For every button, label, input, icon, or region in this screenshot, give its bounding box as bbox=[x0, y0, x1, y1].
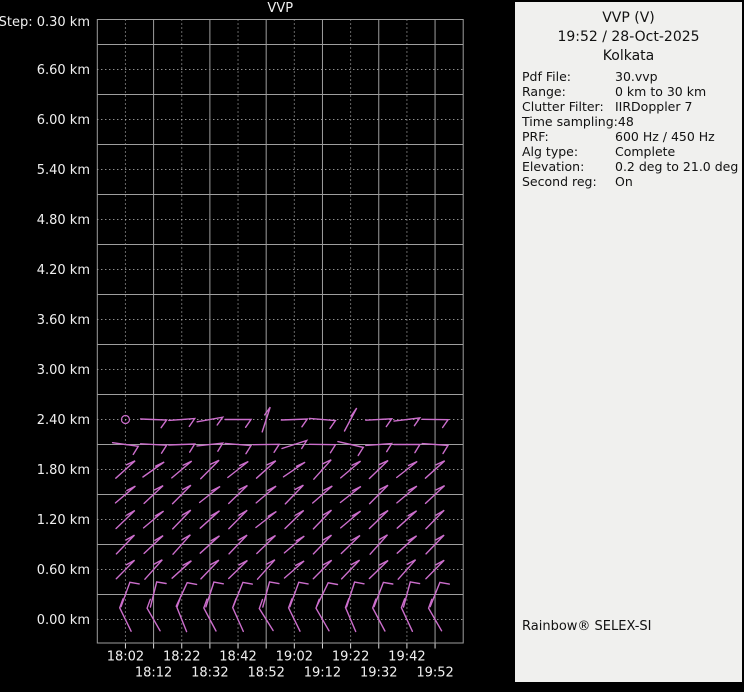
x-axis-label: 18:22 bbox=[163, 650, 200, 665]
x-axis-label: 18:42 bbox=[219, 650, 256, 665]
x-axis-label: 19:22 bbox=[332, 650, 369, 665]
x-axis-label: 19:02 bbox=[276, 650, 313, 665]
metadata-value: 600 Hz / 450 Hz bbox=[615, 129, 715, 144]
x-axis-label: 19:32 bbox=[360, 666, 397, 681]
panel-title: VVP (V) bbox=[602, 10, 655, 26]
step-label: Step: 0.30 km bbox=[0, 15, 90, 30]
metadata-row: Second reg: On bbox=[522, 174, 742, 189]
metadata-value: 0 km to 30 km bbox=[615, 84, 707, 99]
panel-datetime: 19:52 / 28-Oct-2025 bbox=[557, 29, 700, 45]
chart-region: VVP Step: 0.30 km 6.60 km 6.00 km 5.40 km 4.8… bbox=[0, 0, 513, 688]
metadata-label: Elevation: bbox=[522, 159, 585, 174]
y-axis-label: 6.00 km bbox=[37, 113, 90, 128]
y-axis-label: 4.80 km bbox=[37, 213, 90, 228]
y-axis-label: 3.60 km bbox=[37, 313, 90, 328]
metadata-label: Range: bbox=[522, 84, 566, 99]
metadata-row: Clutter Filter: IIRDoppler 7 bbox=[522, 99, 742, 114]
x-axis-label: 19:52 bbox=[416, 666, 453, 681]
metadata-row: Alg type: Complete bbox=[522, 144, 742, 159]
brand-label: Rainbow® SELEX-SI bbox=[522, 619, 652, 634]
metadata-row: Elevation: 0.2 deg to 21.0 deg bbox=[522, 159, 742, 174]
y-axis-label: 4.20 km bbox=[37, 263, 90, 278]
x-axis-label: 19:42 bbox=[388, 650, 425, 665]
x-axis-label: 18:32 bbox=[191, 666, 228, 681]
y-axis-label: 6.60 km bbox=[37, 63, 90, 78]
metadata-value: On bbox=[615, 174, 633, 189]
y-axis-label: 3.00 km bbox=[37, 363, 90, 378]
panel-site: Kolkata bbox=[602, 48, 655, 64]
x-axis-label: 19:12 bbox=[304, 666, 341, 681]
metadata-row: Pdf File: 30.vvp bbox=[522, 69, 742, 84]
metadata-label: PRF: bbox=[522, 129, 549, 144]
y-axis-label: 0.60 km bbox=[37, 563, 90, 578]
metadata-label: Time sampling: bbox=[522, 114, 618, 129]
vvp-chart: VVP Step: 0.30 km 6.60 km 6.00 km 5.40 km 4.8… bbox=[0, 0, 513, 688]
y-axis-label: 5.40 km bbox=[37, 163, 90, 178]
x-axis-label: 18:52 bbox=[247, 666, 284, 681]
metadata-row: PRF: 600 Hz / 450 Hz bbox=[522, 129, 742, 144]
metadata-value: 30.vvp bbox=[615, 69, 658, 84]
info-panel: VVP (V) 19:52 / 28-Oct-2025 Kolkata Pdf … bbox=[515, 2, 742, 682]
metadata-value: IIRDoppler 7 bbox=[615, 99, 693, 114]
metadata-list: Pdf File: 30.vvp Range: 0 km to 30 km Clutte… bbox=[515, 69, 742, 189]
x-axis-label: 18:02 bbox=[107, 650, 144, 665]
y-axis-label: 1.80 km bbox=[37, 463, 90, 478]
metadata-row: Range: 0 km to 30 km bbox=[522, 84, 742, 99]
metadata-value: 48 bbox=[617, 114, 634, 129]
y-axis-label: 2.40 km bbox=[37, 413, 90, 428]
y-axis-label: 0.00 km bbox=[37, 613, 90, 628]
y-axis-label: 1.20 km bbox=[37, 513, 90, 528]
chart-title: VVP bbox=[267, 1, 293, 16]
metadata-label: Pdf File: bbox=[522, 69, 571, 84]
metadata-label: Clutter Filter: bbox=[522, 99, 604, 114]
metadata-row: Time sampling: 48 bbox=[522, 114, 742, 129]
metadata-value: 0.2 deg to 21.0 deg bbox=[615, 159, 739, 174]
metadata-label: Second reg: bbox=[522, 174, 597, 189]
metadata-label: Alg type: bbox=[522, 144, 579, 159]
x-axis-label: 18:12 bbox=[135, 666, 172, 681]
metadata-value: Complete bbox=[615, 144, 676, 159]
